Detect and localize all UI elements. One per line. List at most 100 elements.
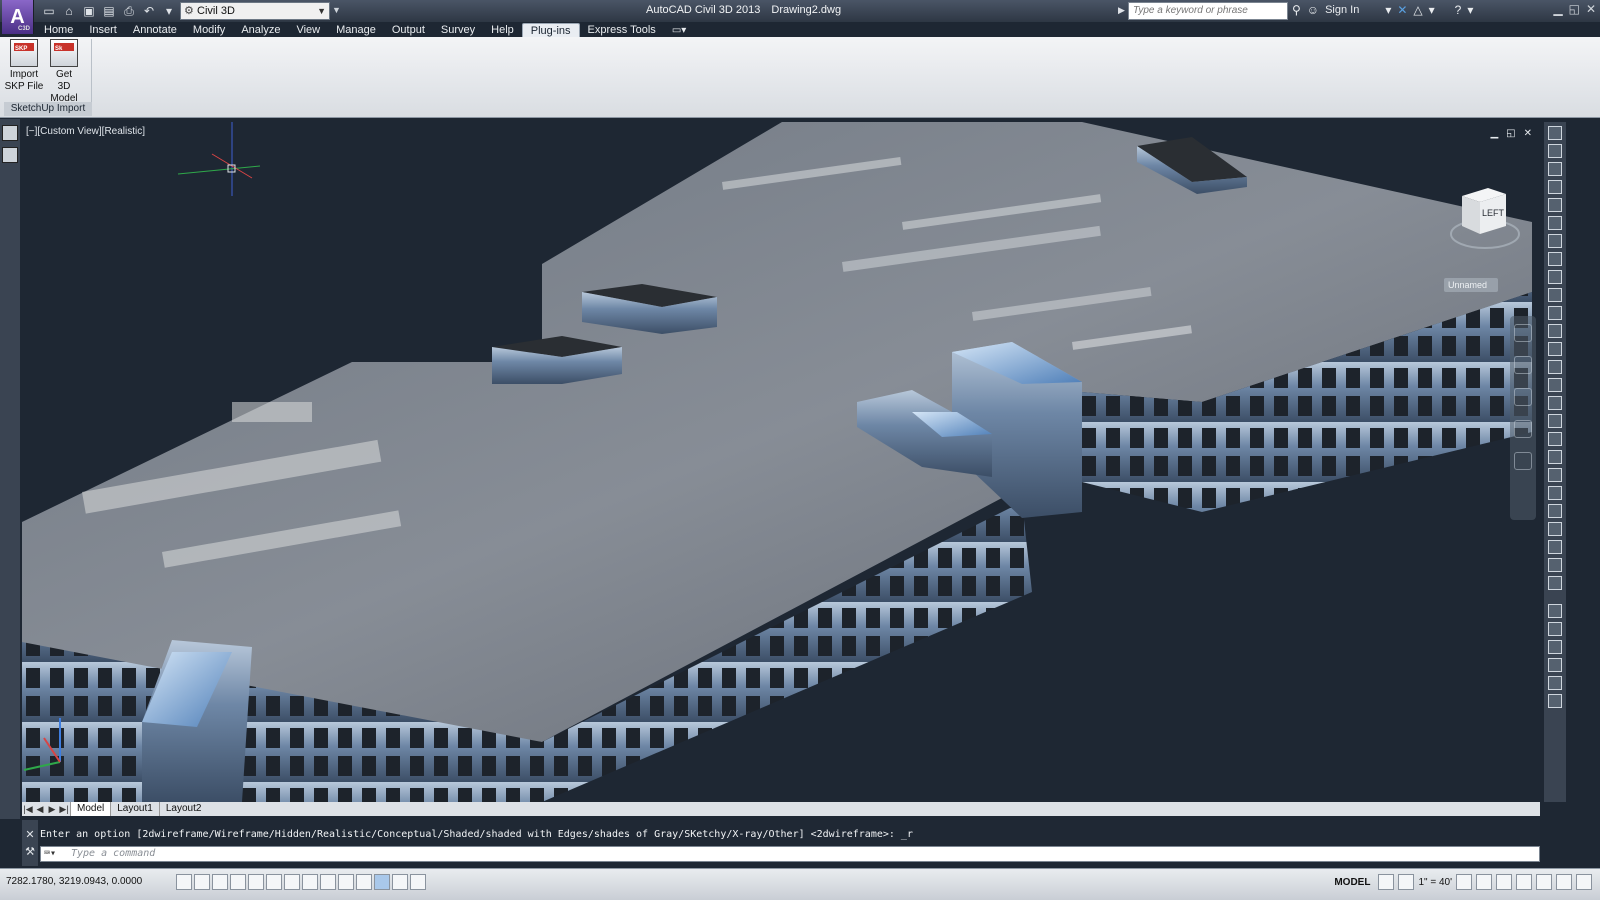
mirror-tool-icon[interactable] bbox=[1548, 414, 1562, 428]
search-input[interactable]: Type a keyword or phrase bbox=[1128, 2, 1288, 20]
toolspace-palette-icon[interactable] bbox=[2, 147, 18, 163]
command-close-icon[interactable]: ✕ bbox=[22, 828, 38, 841]
minimize-icon[interactable]: ▁ bbox=[1553, 2, 1562, 16]
object-snap-tracking-icon[interactable] bbox=[302, 874, 318, 890]
tab-plug-ins[interactable]: Plug-ins bbox=[521, 22, 580, 38]
tab-annotate[interactable]: Annotate bbox=[125, 23, 185, 38]
object-snap-icon[interactable] bbox=[266, 874, 282, 890]
open-folder-icon[interactable]: ⌂ bbox=[60, 2, 78, 20]
close-icon[interactable]: ✕ bbox=[1586, 2, 1596, 16]
dynamic-ucs-icon[interactable] bbox=[320, 874, 336, 890]
transparency-icon[interactable] bbox=[374, 874, 390, 890]
measure-tool-icon[interactable] bbox=[1548, 694, 1562, 708]
autodesk-360-icon[interactable]: △ bbox=[1413, 3, 1422, 17]
annotation-visibility-icon[interactable] bbox=[1456, 874, 1472, 890]
quick-view-layouts-icon[interactable] bbox=[1378, 874, 1395, 890]
toolbar-lock-icon[interactable] bbox=[1516, 874, 1532, 890]
quick-view-drawings-icon[interactable] bbox=[1398, 874, 1415, 890]
command-settings-icon[interactable]: ⚒ bbox=[22, 845, 38, 858]
binoculars-icon[interactable]: ⚲ bbox=[1292, 3, 1301, 17]
qat-customize-icon[interactable]: ▼ bbox=[332, 5, 341, 15]
zoom-extents-icon[interactable] bbox=[1514, 388, 1532, 406]
properties-palette-icon[interactable] bbox=[2, 125, 18, 141]
annotation-scale[interactable]: 1" = 40' bbox=[1418, 877, 1452, 888]
undo-dropdown-icon[interactable]: ▾ bbox=[160, 2, 178, 20]
print-icon[interactable]: ⎙ bbox=[120, 2, 138, 20]
command-prompt-icon[interactable]: ⌨▾ bbox=[44, 847, 56, 861]
chamfer-tool-icon[interactable] bbox=[1548, 504, 1562, 518]
polyline-tool-icon[interactable] bbox=[1548, 144, 1562, 158]
join-tool-icon[interactable] bbox=[1548, 622, 1562, 636]
tab-layout1[interactable]: Layout1 bbox=[110, 802, 159, 816]
viewport-close-icon[interactable]: ✕ bbox=[1524, 128, 1532, 139]
cursor-coordinates[interactable]: 7282.1780, 3219.0943, 0.0000 bbox=[6, 876, 142, 887]
help-dropdown-icon[interactable]: ▾ bbox=[1429, 3, 1435, 17]
workspace-switching-icon[interactable] bbox=[1496, 874, 1512, 890]
snap-mode-icon[interactable] bbox=[194, 874, 210, 890]
mtext-tool-icon[interactable] bbox=[1548, 288, 1562, 302]
arc-tool-icon[interactable] bbox=[1548, 162, 1562, 176]
dimension-tool-icon[interactable] bbox=[1548, 306, 1562, 320]
text-tool-icon[interactable] bbox=[1548, 270, 1562, 284]
pan-icon[interactable] bbox=[1514, 356, 1532, 374]
auto-scale-icon[interactable] bbox=[1476, 874, 1492, 890]
save-icon[interactable]: ▣ bbox=[80, 2, 98, 20]
viewport-maximize-icon[interactable]: ◱ bbox=[1506, 128, 1515, 139]
break-tool-icon[interactable] bbox=[1548, 604, 1562, 618]
tab-insert[interactable]: Insert bbox=[81, 23, 125, 38]
exchange-icon[interactable]: ✕ bbox=[1397, 3, 1407, 17]
tab-analyze[interactable]: Analyze bbox=[233, 23, 288, 38]
import-skp-file-button[interactable]: SKP Import SKP File bbox=[4, 39, 44, 93]
properties-tool-icon[interactable] bbox=[1548, 658, 1562, 672]
new-file-icon[interactable]: ▭ bbox=[40, 2, 58, 20]
rotate-tool-icon[interactable] bbox=[1548, 378, 1562, 392]
polar-tracking-icon[interactable] bbox=[248, 874, 264, 890]
first-layout-icon[interactable]: |◀ bbox=[22, 804, 34, 815]
help-menu-icon[interactable]: ▾ bbox=[1467, 3, 1473, 17]
point-tool-icon[interactable] bbox=[1548, 252, 1562, 266]
sign-in-button[interactable]: Sign In bbox=[1325, 4, 1359, 16]
undo-icon[interactable]: ↶ bbox=[140, 2, 158, 20]
tab-survey[interactable]: Survey bbox=[433, 23, 483, 38]
line-tool-icon[interactable] bbox=[1548, 126, 1562, 140]
region-tool-icon[interactable] bbox=[1548, 234, 1562, 248]
tab-layout2[interactable]: Layout2 bbox=[158, 802, 208, 816]
grid-display-icon[interactable] bbox=[212, 874, 228, 890]
command-input[interactable]: ⌨▾ Type a command bbox=[40, 846, 1540, 862]
ucs-menu[interactable]: Unnamed bbox=[1444, 278, 1498, 292]
viewcube[interactable]: LEFT bbox=[1450, 182, 1520, 256]
array-tool-icon[interactable] bbox=[1548, 558, 1562, 572]
viewport-label[interactable]: [−][Custom View][Realistic] bbox=[26, 126, 145, 137]
model-space-toggle[interactable]: MODEL bbox=[1330, 877, 1374, 888]
move-tool-icon[interactable] bbox=[1548, 342, 1562, 356]
selection-cycling-icon[interactable] bbox=[410, 874, 426, 890]
save-as-icon[interactable]: ▤ bbox=[100, 2, 118, 20]
leader-tool-icon[interactable] bbox=[1548, 324, 1562, 338]
tab-home[interactable]: Home bbox=[36, 23, 81, 38]
circle-tool-icon[interactable] bbox=[1548, 180, 1562, 194]
ribbon-display-toggle-icon[interactable]: ▭▾ bbox=[664, 25, 694, 36]
clean-screen-icon[interactable] bbox=[1576, 874, 1592, 890]
ortho-mode-icon[interactable] bbox=[230, 874, 246, 890]
tab-model[interactable]: Model bbox=[70, 802, 111, 816]
application-menu-button[interactable]: A C3D bbox=[2, 0, 34, 34]
sign-in-dropdown-icon[interactable]: ▾ bbox=[1385, 3, 1391, 17]
hatch-tool-icon[interactable] bbox=[1548, 216, 1562, 230]
previous-layout-icon[interactable]: ◀ bbox=[34, 804, 46, 815]
lineweight-icon[interactable] bbox=[356, 874, 372, 890]
erase-tool-icon[interactable] bbox=[1548, 540, 1562, 554]
get-3d-model-button[interactable]: Sk Get 3D Model bbox=[44, 39, 84, 105]
tab-express-tools[interactable]: Express Tools bbox=[580, 23, 664, 38]
orbit-icon[interactable] bbox=[1514, 420, 1532, 438]
drawing-viewport[interactable]: [−][Custom View][Realistic] ▁ ◱ ✕ LEFT U… bbox=[22, 122, 1540, 802]
infer-constraints-icon[interactable] bbox=[176, 874, 192, 890]
tab-view[interactable]: View bbox=[288, 23, 328, 38]
command-line-handle[interactable]: ✕ ⚒ bbox=[22, 820, 38, 866]
viewport-minimize-icon[interactable]: ▁ bbox=[1490, 128, 1498, 139]
tab-help[interactable]: Help bbox=[483, 23, 522, 38]
tab-output[interactable]: Output bbox=[384, 23, 433, 38]
rectangle-tool-icon[interactable] bbox=[1548, 198, 1562, 212]
hardware-acceleration-icon[interactable] bbox=[1536, 874, 1552, 890]
fillet-tool-icon[interactable] bbox=[1548, 486, 1562, 500]
3d-object-snap-icon[interactable] bbox=[284, 874, 300, 890]
